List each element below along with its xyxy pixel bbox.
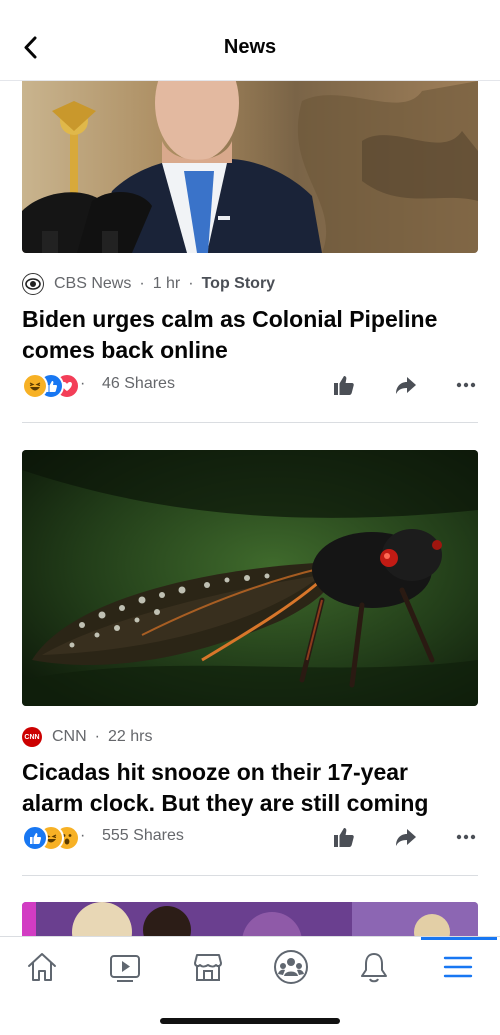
tab-marketplace[interactable] [186, 945, 230, 989]
active-tab-indicator [421, 937, 497, 940]
top-story-label: Top Story [201, 275, 276, 292]
post-meta: CBS News · 1 hr · Top Story [22, 273, 275, 295]
separator: · [139, 275, 145, 292]
share-count[interactable]: 555 Shares [102, 827, 184, 845]
groups-icon [274, 950, 308, 984]
separator: · [80, 827, 86, 844]
tab-menu[interactable] [436, 945, 480, 989]
like-button[interactable] [330, 823, 358, 851]
top-bar: News [0, 0, 500, 81]
article-headline[interactable]: Cicadas hit snooze on their 17-year alar… [22, 757, 482, 819]
headline-line: Cicadas hit snooze on their 17-year [22, 759, 409, 785]
share-count[interactable]: 46 Shares [102, 375, 175, 393]
article-image[interactable] [22, 450, 478, 706]
article-image[interactable] [22, 902, 478, 936]
article-headline[interactable]: Biden urges calm as Colonial Pipeline co… [22, 304, 482, 366]
cbs-logo-icon [22, 273, 44, 295]
home-icon [28, 953, 56, 981]
cnn-logo-text: CNN [24, 733, 40, 741]
menu-icon [443, 956, 473, 978]
post-time: 1 hr [152, 275, 181, 292]
ellipsis-icon [456, 834, 476, 840]
tab-watch[interactable] [103, 945, 147, 989]
more-options-button[interactable] [452, 371, 480, 399]
article-photo [22, 902, 478, 936]
post-actions: · 555 Shares [22, 823, 478, 851]
home-indicator [160, 1018, 340, 1024]
article-image[interactable] [22, 81, 478, 253]
headline-line: alarm clock. But they are still coming [22, 790, 429, 816]
reaction-summary[interactable] [22, 825, 82, 851]
like-button[interactable] [330, 371, 358, 399]
share-arrow-icon [396, 377, 416, 394]
separator: · [94, 728, 100, 745]
more-options-button[interactable] [452, 823, 480, 851]
haha-reaction-icon [22, 373, 48, 399]
separator: · [188, 275, 194, 292]
cnn-logo-icon: CNN [22, 727, 42, 747]
bell-icon [361, 953, 387, 983]
tab-notifications[interactable] [352, 945, 396, 989]
separator: · [80, 375, 86, 392]
bottom-navigation [0, 936, 500, 1001]
reaction-summary[interactable] [22, 373, 82, 399]
post-divider [22, 875, 478, 876]
headline-line: Biden urges calm as Colonial Pipeline [22, 306, 438, 332]
post-actions: · 46 Shares [22, 371, 478, 399]
headline-line: comes back online [22, 337, 228, 363]
share-arrow-icon [396, 829, 416, 846]
share-button[interactable] [392, 371, 420, 399]
page-title: News [223, 36, 277, 58]
source-name[interactable]: CNN [52, 728, 87, 746]
thumbs-up-icon [334, 828, 354, 847]
biden-photo [22, 81, 478, 253]
cicada-photo [22, 450, 478, 706]
like-reaction-icon [22, 825, 48, 851]
share-button[interactable] [392, 823, 420, 851]
watch-icon [110, 955, 140, 982]
marketplace-icon [194, 954, 222, 981]
news-feed[interactable]: CBS News · 1 hr · Top Story Biden urges … [0, 81, 500, 936]
post-meta: CNN CNN · 22 hrs [22, 726, 152, 748]
source-name[interactable]: CBS News [54, 275, 131, 293]
post-divider [22, 422, 478, 423]
ellipsis-icon [456, 382, 476, 388]
tab-groups[interactable] [269, 945, 313, 989]
thumbs-up-icon [334, 376, 354, 395]
post-time: 22 hrs [108, 728, 153, 745]
tab-home[interactable] [20, 945, 64, 989]
